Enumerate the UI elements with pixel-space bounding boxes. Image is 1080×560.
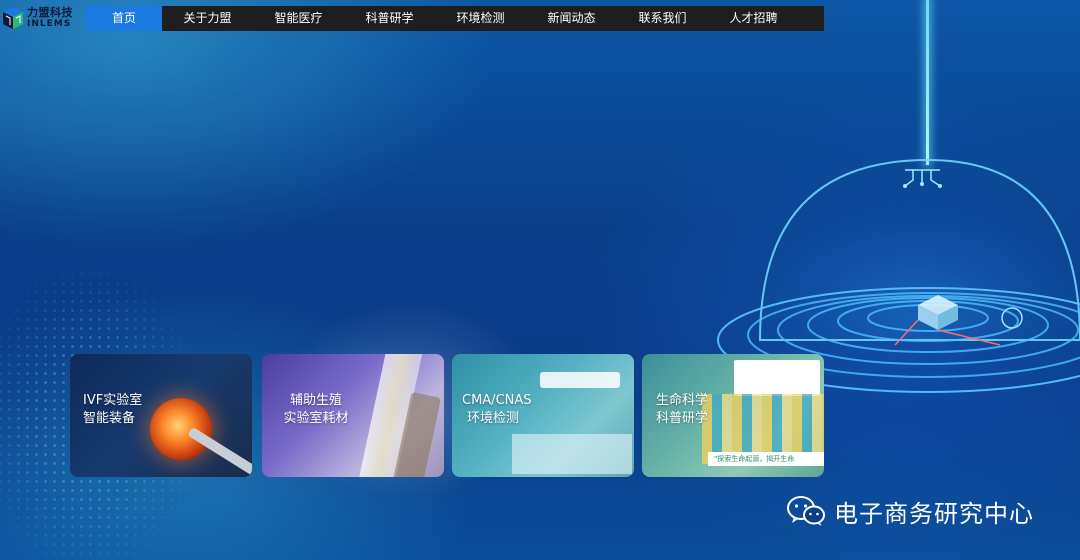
card-subtitle: 科普研学 <box>655 411 708 426</box>
ivf-egg-image <box>150 398 212 460</box>
homepage: 力盟科技 INLEMS 首页 关于力盟 智能医疗 科普研学 环境检测 新闻动态 … <box>0 0 1080 560</box>
card-label: 生命科学 科普研学 <box>655 392 709 428</box>
banner-image <box>734 360 820 396</box>
card-label: IVF实验室 智能装备 <box>83 392 142 428</box>
nav-item-environment-testing[interactable]: 环境检测 <box>435 6 526 31</box>
logo-cube-icon <box>3 7 23 29</box>
card-ivf-lab-equipment[interactable]: IVF实验室 智能装备 <box>70 354 252 477</box>
wechat-icon <box>787 496 825 526</box>
nav-item-home[interactable]: 首页 <box>86 6 162 31</box>
main-nav: 首页 关于力盟 智能医疗 科普研学 环境检测 新闻动态 联系我们 人才招聘 <box>86 6 824 31</box>
card-life-science-study[interactable]: "探索生命起源，揭开生命 生命科学 科普研学 <box>642 354 824 477</box>
card-subtitle: 实验室耗材 <box>283 411 349 426</box>
card-label: CMA/CNAS 环境检测 <box>462 392 532 428</box>
banner-text: "探索生命起源，揭开生命 <box>708 452 824 466</box>
card-title: 辅助生殖 <box>289 393 342 408</box>
feature-cards: IVF实验室 智能装备 辅助生殖 实验室耗材 CMA/CNAS 环境检测 "探索… <box>70 354 830 478</box>
nav-item-science-study[interactable]: 科普研学 <box>344 6 435 31</box>
logo-name-en: INLEMS <box>27 19 72 29</box>
card-subtitle: 环境检测 <box>466 411 519 426</box>
card-title: IVF实验室 <box>83 393 143 408</box>
company-logo[interactable]: 力盟科技 INLEMS <box>2 4 82 32</box>
nav-item-careers[interactable]: 人才招聘 <box>708 6 799 31</box>
nav-item-smart-medical[interactable]: 智能医疗 <box>253 6 344 31</box>
lab-floor-image <box>512 434 632 474</box>
wechat-watermark: 电子商务研究中心 <box>786 494 1034 528</box>
card-label: 辅助生殖 实验室耗材 <box>276 392 356 428</box>
card-title: CMA/CNAS <box>462 393 532 408</box>
card-reproductive-consumables[interactable]: 辅助生殖 实验室耗材 <box>262 354 444 477</box>
nav-item-contact[interactable]: 联系我们 <box>617 6 708 31</box>
watermark-text: 电子商务研究中心 <box>834 499 1034 528</box>
lab-room-image <box>540 372 620 388</box>
nav-item-news[interactable]: 新闻动态 <box>526 6 617 31</box>
nav-item-about[interactable]: 关于力盟 <box>162 6 253 31</box>
card-title: 生命科学 <box>655 393 708 408</box>
card-subtitle: 智能装备 <box>83 411 136 426</box>
card-environment-testing[interactable]: CMA/CNAS 环境检测 <box>452 354 634 477</box>
logo-name-cn: 力盟科技 <box>27 6 73 19</box>
